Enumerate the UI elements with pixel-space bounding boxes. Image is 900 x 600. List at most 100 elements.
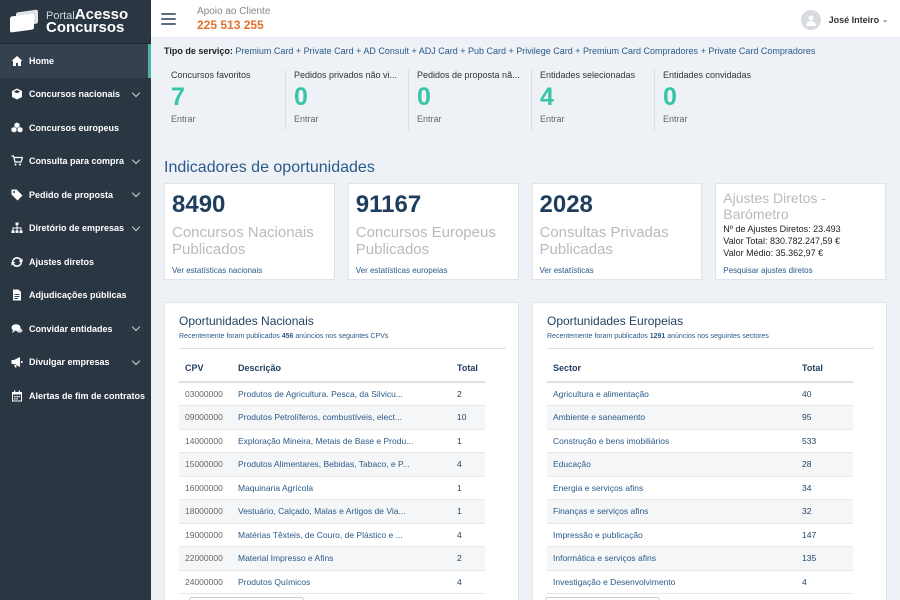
stat-number: 91167 bbox=[355, 191, 422, 218]
sidebar-item-label: Divulgar empresas bbox=[29, 357, 110, 368]
table-row[interactable]: Informática e serviços afins 135 bbox=[547, 546, 853, 571]
sidebar-item-alertas-de-fim-de-contratos[interactable]: Alertas de fim de contratos bbox=[0, 379, 151, 413]
cpv-description[interactable]: Matérias Têxteis, de Couro, de Plástico … bbox=[232, 523, 451, 547]
counter-value[interactable]: 0 bbox=[663, 83, 778, 111]
cpv-total[interactable]: 4 bbox=[451, 570, 485, 594]
table-row[interactable]: 03000000 Produtos de Agricultura. Pesca, … bbox=[179, 382, 485, 406]
table-row[interactable]: 16000000 Maquinaria Agrícola 1 bbox=[179, 476, 485, 500]
cpv-total[interactable]: 2 bbox=[451, 546, 485, 571]
table-row[interactable]: Finanças e serviços afins 32 bbox=[547, 499, 853, 524]
table-row[interactable]: Energia e serviços afins 34 bbox=[547, 476, 853, 500]
sector-name[interactable]: Agricultura e alimentação bbox=[547, 382, 796, 406]
sidebar-item-pedido-de-proposta[interactable]: Pedido de proposta bbox=[0, 178, 151, 212]
counter-value[interactable]: 0 bbox=[294, 83, 408, 111]
chevron-down-icon bbox=[131, 322, 141, 332]
support-phone[interactable]: 225 513 255 bbox=[197, 18, 270, 32]
cpv-description[interactable]: Produtos Químicos bbox=[232, 570, 451, 594]
table-row[interactable]: Agricultura e alimentação 40 bbox=[547, 382, 853, 406]
cpv-description[interactable]: Vestuário, Calçado, Malas e Artigos de V… bbox=[232, 499, 451, 524]
sidebar-item-concursos-nacionais[interactable]: Concursos nacionais bbox=[0, 78, 151, 112]
column-header-total[interactable]: Total bbox=[451, 355, 485, 383]
sidebar-item-concursos-europeus[interactable]: Concursos europeus bbox=[0, 111, 151, 145]
subtitle-count: 456 bbox=[281, 333, 294, 340]
sidebar-item-adjudicacoes-publicas[interactable]: Adjudicações públicas bbox=[0, 279, 151, 313]
stat-link[interactable]: Ver estatísticas bbox=[540, 266, 594, 275]
table-row[interactable]: 19000000 Matérias Têxteis, de Couro, de P… bbox=[179, 523, 485, 547]
table-row[interactable]: Ambiente e saneamento 95 bbox=[547, 405, 853, 430]
table-row[interactable]: 15000000 Produtos Alimentares, Bebidas, T… bbox=[179, 452, 485, 477]
user-avatar-icon bbox=[800, 10, 821, 30]
user-menu[interactable]: José Inteiro ⌄ bbox=[800, 10, 888, 30]
menu-toggle-icon[interactable] bbox=[161, 13, 176, 25]
sidebar-item-label: Alertas de fim de contratos bbox=[29, 390, 146, 401]
table-row[interactable]: Investigação e Desenvolvimento 4 bbox=[547, 570, 853, 594]
cpv-total[interactable]: 1 bbox=[451, 476, 485, 500]
user-name: José Inteiro bbox=[828, 15, 880, 25]
cpv-total[interactable]: 4 bbox=[451, 452, 485, 477]
sector-name[interactable]: Construção e bens imobiliários bbox=[547, 429, 796, 453]
counter-link[interactable]: Entrar bbox=[294, 114, 408, 124]
sidebar-item-ajustes-diretos[interactable]: Ajustes diretos bbox=[0, 245, 151, 279]
cpv-description[interactable]: Material Impresso e Afins bbox=[232, 546, 451, 571]
sector-total[interactable]: 40 bbox=[796, 382, 853, 406]
table-row[interactable]: 09000000 Produtos Petrolíferos, combustív… bbox=[179, 405, 485, 430]
sector-name[interactable]: Impressão e publicação bbox=[547, 523, 796, 547]
cpv-description[interactable]: Exploração Mineira, Metais de Base e Pro… bbox=[232, 429, 451, 453]
sector-name[interactable]: Educação bbox=[547, 452, 796, 477]
stat-number: 2028 bbox=[539, 191, 593, 218]
counter-link[interactable]: Entrar bbox=[663, 114, 778, 124]
barometer-link[interactable]: Pesquisar ajustes diretos bbox=[723, 266, 812, 275]
sector-total[interactable]: 95 bbox=[796, 405, 853, 430]
sidebar-item-home[interactable]: Home bbox=[0, 44, 151, 78]
stat-link[interactable]: Ver estatísticas europeias bbox=[356, 266, 448, 275]
counter-value[interactable]: 4 bbox=[540, 83, 654, 111]
cpv-description[interactable]: Maquinaria Agrícola bbox=[232, 476, 451, 500]
table-row[interactable]: 24000000 Produtos Químicos 4 bbox=[179, 570, 485, 594]
counter-value[interactable]: 0 bbox=[417, 83, 531, 111]
cpv-total[interactable]: 2 bbox=[451, 382, 485, 406]
cpv-description[interactable]: Produtos de Agricultura. Pesca, da Silvi… bbox=[232, 382, 451, 406]
column-header-cpv[interactable]: CPV bbox=[179, 355, 232, 383]
table-row[interactable]: 22000000 Material Impresso e Afins 2 bbox=[179, 546, 485, 571]
sector-name[interactable]: Ambiente e saneamento bbox=[547, 405, 796, 430]
sector-total[interactable]: 533 bbox=[796, 429, 853, 453]
table-row[interactable]: Construção e bens imobiliários 533 bbox=[547, 429, 853, 453]
sector-total[interactable]: 32 bbox=[796, 499, 853, 524]
table-row[interactable]: Impressão e publicação 147 bbox=[547, 523, 853, 547]
column-header-descricao[interactable]: Descrição bbox=[232, 355, 451, 383]
sector-name[interactable]: Energia e serviços afins bbox=[547, 476, 796, 500]
column-header-sector[interactable]: Sector bbox=[547, 355, 796, 383]
stat-link[interactable]: Ver estatísticas nacionais bbox=[172, 266, 262, 275]
column-header-total[interactable]: Total bbox=[796, 355, 853, 383]
sidebar-item-diretorio-de-empresas[interactable]: Diretório de empresas bbox=[0, 212, 151, 246]
cpv-description[interactable]: Produtos Petrolíferos, combustíveis, ele… bbox=[232, 405, 451, 430]
sector-total[interactable]: 4 bbox=[796, 570, 853, 594]
sector-total[interactable]: 135 bbox=[796, 546, 853, 571]
sector-name[interactable]: Finanças e serviços afins bbox=[547, 499, 796, 524]
sector-total[interactable]: 28 bbox=[796, 452, 853, 477]
panel-subtitle: Recentemente foram publicados 1291 anúnc… bbox=[547, 333, 769, 340]
sidebar-item-label: Ajustes diretos bbox=[29, 256, 95, 267]
cpv-description[interactable]: Produtos Alimentares, Bebidas, Tabaco, e… bbox=[232, 452, 451, 477]
counter-value[interactable]: 7 bbox=[171, 83, 285, 111]
counter-link[interactable]: Entrar bbox=[540, 114, 654, 124]
sector-name[interactable]: Informática e serviços afins bbox=[547, 546, 796, 571]
sidebar-item-divulgar-empresas[interactable]: Divulgar empresas bbox=[0, 346, 151, 380]
sidebar-item-convidar-entidades[interactable]: Convidar entidades bbox=[0, 312, 151, 346]
sector-total[interactable]: 147 bbox=[796, 523, 853, 547]
subtitle-text: Recentemente foram publicados bbox=[547, 333, 650, 340]
logo[interactable]: PortalAcesso Concursos bbox=[0, 0, 151, 44]
cpv-total[interactable]: 10 bbox=[451, 405, 485, 430]
sector-name[interactable]: Investigação e Desenvolvimento bbox=[547, 570, 796, 594]
table-row[interactable]: 18000000 Vestuário, Calçado, Malas e Arti… bbox=[179, 499, 485, 524]
table-row[interactable]: 14000000 Exploração Mineira, Metais de Ba… bbox=[179, 429, 485, 453]
cpv-total[interactable]: 1 bbox=[451, 429, 485, 453]
sector-total[interactable]: 34 bbox=[796, 476, 853, 500]
sidebar-item-consulta-para-compra[interactable]: Consulta para compra bbox=[0, 145, 151, 179]
cpv-total[interactable]: 1 bbox=[451, 499, 485, 524]
counter-link[interactable]: Entrar bbox=[417, 114, 531, 124]
cpv-total[interactable]: 4 bbox=[451, 523, 485, 547]
counter-link[interactable]: Entrar bbox=[171, 114, 285, 124]
table-row[interactable]: Educação 28 bbox=[547, 452, 853, 477]
chevron-down-icon bbox=[131, 222, 141, 231]
